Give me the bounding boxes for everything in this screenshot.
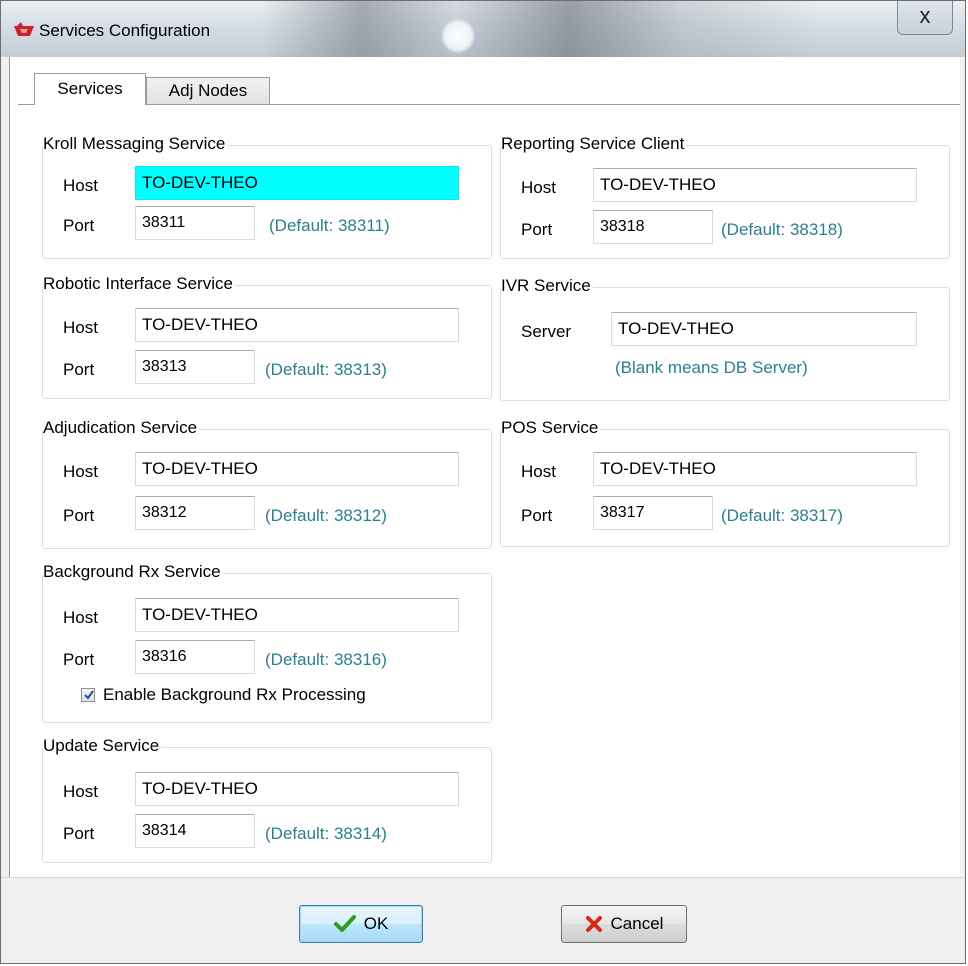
title-bar-glow: [441, 19, 475, 53]
port-default-hint: (Default: 38318): [721, 220, 843, 239]
kroll-messaging-group: Kroll Messaging Service Host TO-DEV-THEO…: [42, 134, 492, 259]
port-label: Port: [63, 216, 95, 235]
reporting-host-input[interactable]: TO-DEV-THEO: [593, 168, 917, 202]
port-label: Port: [63, 824, 95, 843]
group-title: IVR Service: [501, 276, 593, 296]
pos-host-input[interactable]: TO-DEV-THEO: [593, 452, 917, 486]
server-label: Server: [521, 322, 572, 341]
x-mark-icon: [585, 916, 602, 932]
title-bar[interactable]: Services Configuration x: [1, 1, 965, 57]
robotic-port-input[interactable]: 38313: [135, 350, 255, 384]
adjudication-host-input[interactable]: TO-DEV-THEO: [135, 452, 459, 486]
ivr-server-input[interactable]: TO-DEV-THEO: [611, 312, 917, 346]
update-port-input[interactable]: 38314: [135, 814, 255, 848]
reporting-service-group: Reporting Service Client Host TO-DEV-THE…: [500, 134, 950, 259]
group-title: POS Service: [501, 418, 601, 438]
port-default-hint: (Default: 38316): [265, 650, 387, 669]
tab-divider: [18, 104, 960, 105]
port-default-hint: (Default: 38314): [265, 824, 387, 843]
group-title: Kroll Messaging Service: [43, 134, 228, 154]
host-label: Host: [63, 608, 98, 627]
robotic-interface-group: Robotic Interface Service Host TO-DEV-TH…: [42, 274, 492, 399]
update-service-group: Update Service Host TO-DEV-THEO Port 383…: [42, 736, 492, 863]
background-host-input[interactable]: TO-DEV-THEO: [135, 598, 459, 632]
window-title: Services Configuration: [39, 21, 211, 40]
pos-service-group: POS Service Host TO-DEV-THEO Port 38317 …: [500, 418, 950, 547]
robotic-host-input[interactable]: TO-DEV-THEO: [135, 308, 459, 342]
host-label: Host: [63, 462, 98, 481]
ok-button-label: OK: [363, 914, 389, 933]
close-icon: x: [919, 3, 931, 28]
enable-background-rx-checkbox[interactable]: [81, 688, 95, 702]
port-label: Port: [63, 360, 95, 379]
port-label: Port: [521, 220, 553, 239]
cancel-button-label: Cancel: [610, 914, 664, 933]
port-default-hint: (Default: 38313): [265, 360, 387, 379]
port-default-hint: (Default: 38317): [721, 506, 843, 525]
title-bar-decoration: [261, 1, 821, 57]
host-label: Host: [521, 178, 556, 197]
group-title: Adjudication Service: [43, 418, 200, 438]
port-label: Port: [63, 650, 95, 669]
host-label: Host: [63, 318, 98, 337]
tab-services[interactable]: Services: [34, 73, 146, 105]
host-label: Host: [63, 782, 98, 801]
checkbox-label[interactable]: Enable Background Rx Processing: [103, 685, 366, 705]
group-title: Reporting Service Client: [501, 134, 687, 154]
app-logo-icon: [14, 22, 34, 36]
ivr-service-group: IVR Service Server TO-DEV-THEO (Blank me…: [500, 276, 950, 401]
reporting-port-input[interactable]: 38318: [593, 210, 713, 244]
kroll-port-input[interactable]: 38311: [135, 206, 255, 240]
tab-adj-nodes[interactable]: Adj Nodes: [146, 77, 270, 105]
client-area: Adj Nodes Services Kroll Messaging Servi…: [9, 57, 960, 877]
group-title: Robotic Interface Service: [43, 274, 235, 294]
background-port-input[interactable]: 38316: [135, 640, 255, 674]
checkmark-icon: [333, 915, 356, 932]
host-label: Host: [521, 462, 556, 481]
host-label: Host: [63, 176, 98, 195]
services-configuration-window: Services Configuration x Adj Nodes Servi…: [0, 0, 966, 964]
cancel-button[interactable]: Cancel: [561, 905, 687, 943]
kroll-host-input[interactable]: TO-DEV-THEO: [135, 166, 459, 200]
group-title: Update Service: [43, 736, 162, 756]
checkmark-icon: [84, 690, 94, 700]
close-button[interactable]: x: [897, 1, 953, 35]
background-rx-group: Background Rx Service Host TO-DEV-THEO P…: [42, 562, 492, 723]
adjudication-port-input[interactable]: 38312: [135, 496, 255, 530]
port-default-hint: (Default: 38312): [265, 506, 387, 525]
ivr-blank-hint: (Blank means DB Server): [615, 358, 808, 377]
group-title: Background Rx Service: [43, 562, 223, 582]
port-label: Port: [521, 506, 553, 525]
port-default-hint: (Default: 38311): [269, 216, 390, 235]
pos-port-input[interactable]: 38317: [593, 496, 713, 530]
port-label: Port: [63, 506, 95, 525]
adjudication-group: Adjudication Service Host TO-DEV-THEO Po…: [42, 418, 492, 549]
button-bar: OK Cancel: [1, 877, 965, 963]
ok-button[interactable]: OK: [299, 905, 423, 943]
update-host-input[interactable]: TO-DEV-THEO: [135, 772, 459, 806]
